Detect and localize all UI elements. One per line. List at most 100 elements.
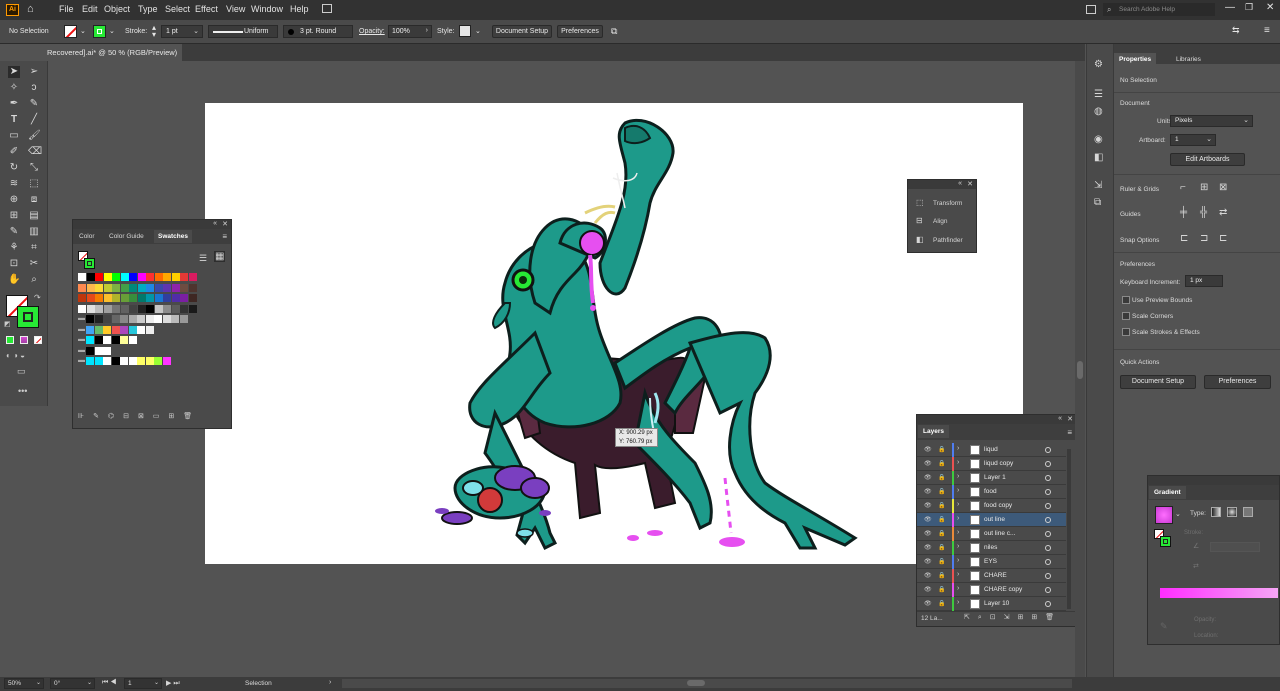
layer-row[interactable]: 👁 🔒 › out line c... bbox=[917, 527, 1066, 541]
swatch-chip[interactable] bbox=[103, 346, 111, 355]
swatch-chip[interactable] bbox=[171, 294, 180, 302]
units-dropdown[interactable]: Pixels ⌄ bbox=[1170, 115, 1253, 127]
freeform-gradient-icon[interactable] bbox=[1243, 507, 1253, 517]
document-setup-button[interactable]: Document Setup bbox=[492, 25, 552, 38]
symbol-sprayer-icon[interactable]: ⚘ bbox=[8, 242, 20, 254]
swatch-chip[interactable] bbox=[95, 294, 103, 302]
slice-tool-icon[interactable]: ⌗ bbox=[28, 242, 40, 254]
expand-arrow-icon[interactable]: › bbox=[957, 557, 959, 564]
swatch-chip[interactable] bbox=[163, 294, 171, 302]
folder-icon[interactable]: ▬ bbox=[78, 357, 85, 364]
menu-help[interactable]: Help bbox=[290, 4, 309, 14]
visibility-eye-icon[interactable]: 👁 bbox=[924, 558, 932, 565]
swatch-chip[interactable] bbox=[180, 294, 188, 302]
swatch-chip[interactable] bbox=[154, 283, 163, 292]
gradient-stroke-swatch[interactable] bbox=[1160, 536, 1171, 547]
swatch-chip[interactable] bbox=[171, 304, 180, 313]
swatch-chip[interactable] bbox=[78, 304, 86, 313]
fill-dropdown-icon[interactable]: ⌄ bbox=[80, 27, 86, 35]
swatch-chip[interactable] bbox=[128, 315, 137, 323]
swatch-chip[interactable] bbox=[137, 325, 145, 334]
lock-icon[interactable]: 🔒 bbox=[938, 460, 945, 467]
swatch-chip[interactable] bbox=[86, 325, 94, 334]
expand-arrow-icon[interactable]: › bbox=[957, 445, 959, 452]
align-item[interactable]: ⊟ Align bbox=[908, 216, 976, 230]
target-circle-icon[interactable] bbox=[1045, 447, 1051, 453]
stroke-swatch[interactable] bbox=[93, 25, 106, 38]
swatch-chip[interactable] bbox=[154, 304, 163, 313]
swatch-chip[interactable] bbox=[112, 283, 120, 292]
paintbrush-icon[interactable]: 🖌 bbox=[28, 130, 41, 142]
swatch-chip[interactable] bbox=[95, 304, 103, 313]
restore-button[interactable]: ❐ bbox=[1245, 2, 1253, 13]
home-icon[interactable]: ⌂ bbox=[27, 3, 34, 15]
use-preview-bounds-checkbox[interactable] bbox=[1122, 296, 1130, 304]
gradient-preview-swatch[interactable] bbox=[1155, 506, 1173, 524]
line-tool-icon[interactable]: ╱ bbox=[28, 114, 40, 126]
swatch-chip[interactable] bbox=[179, 315, 188, 323]
swatch-chip[interactable] bbox=[129, 273, 137, 281]
swatch-grid[interactable]: ▬ ▬ ▬ ▬ ▬ bbox=[78, 273, 228, 368]
workspace-switcher-icon[interactable] bbox=[322, 4, 332, 13]
expand-arrow-icon[interactable]: › bbox=[957, 529, 959, 536]
swatch-chip[interactable] bbox=[86, 357, 94, 365]
folder-icon[interactable]: ▬ bbox=[78, 336, 85, 343]
swatch-chip[interactable] bbox=[94, 357, 103, 365]
expand-arrow-icon[interactable]: › bbox=[957, 501, 959, 508]
minimize-button[interactable]: — bbox=[1225, 2, 1235, 13]
swatch-chip[interactable] bbox=[103, 273, 112, 281]
swatch-chip[interactable] bbox=[146, 304, 154, 313]
panel-menu-icon[interactable]: ≡ bbox=[222, 232, 227, 241]
swatch-chip[interactable] bbox=[103, 315, 111, 323]
swatch-chip[interactable] bbox=[103, 304, 112, 313]
visibility-eye-icon[interactable]: 👁 bbox=[924, 446, 932, 453]
stroke-dropdown-icon[interactable]: ⌄ bbox=[109, 27, 115, 35]
tab-libraries[interactable]: Libraries bbox=[1176, 56, 1201, 63]
properties-icon[interactable]: ⚙ bbox=[1094, 59, 1103, 70]
swatch-chip[interactable] bbox=[154, 273, 163, 281]
artboard-canvas[interactable] bbox=[205, 103, 1023, 564]
layer-row[interactable]: 👁 🔒 › out line bbox=[917, 513, 1066, 527]
keyboard-increment-field[interactable]: 1 px bbox=[1185, 275, 1223, 287]
layer-row[interactable]: 👁 🔒 › liqud bbox=[917, 443, 1066, 457]
menu-select[interactable]: Select bbox=[165, 4, 190, 14]
swatch-chip[interactable] bbox=[163, 283, 171, 292]
more-tools-icon[interactable]: ••• bbox=[18, 386, 27, 396]
menu-file[interactable]: File bbox=[59, 4, 74, 14]
swatch-chip[interactable] bbox=[103, 325, 111, 334]
direct-selection-tool-icon[interactable]: ➢ bbox=[28, 66, 40, 78]
swatch-chip[interactable] bbox=[188, 294, 197, 302]
swap-fill-stroke-icon[interactable]: ↷ bbox=[34, 293, 41, 302]
swatch-chip[interactable] bbox=[120, 304, 129, 313]
visibility-eye-icon[interactable]: 👁 bbox=[924, 600, 932, 607]
close-panel-icon[interactable]: ✕ bbox=[222, 220, 228, 228]
swatch-chip[interactable] bbox=[146, 294, 154, 302]
target-circle-icon[interactable] bbox=[1045, 475, 1051, 481]
scale-tool-icon[interactable]: ⤡ bbox=[28, 162, 40, 174]
transform-item[interactable]: ⬚ Transform bbox=[908, 198, 976, 212]
swatch-chip[interactable] bbox=[95, 273, 103, 281]
preferences-button[interactable]: Preferences bbox=[557, 25, 603, 38]
swatch-chip[interactable] bbox=[180, 304, 188, 313]
lock-icon[interactable]: 🔒 bbox=[938, 516, 945, 523]
swatch-chip[interactable] bbox=[146, 283, 154, 292]
visibility-eye-icon[interactable]: 👁 bbox=[924, 516, 932, 523]
opacity-label[interactable]: Opacity: bbox=[359, 28, 385, 35]
lock-icon[interactable]: 🔒 bbox=[938, 502, 945, 509]
layers-panel-header[interactable]: « ✕ bbox=[917, 415, 1076, 424]
toolbar-stroke-swatch[interactable] bbox=[17, 306, 39, 328]
swatch-chip[interactable] bbox=[137, 283, 146, 292]
layer-row[interactable]: 👁 🔒 › Layer 1 bbox=[917, 471, 1066, 485]
layers-scrollbar[interactable] bbox=[1067, 449, 1071, 609]
swatch-chip[interactable] bbox=[103, 294, 112, 302]
swatch-chip[interactable] bbox=[128, 336, 137, 344]
expand-arrow-icon[interactable]: › bbox=[957, 459, 959, 466]
swatch-chip[interactable] bbox=[86, 294, 95, 302]
visibility-eye-icon[interactable]: 👁 bbox=[924, 544, 932, 551]
quick-preferences-button[interactable]: Preferences bbox=[1204, 375, 1271, 389]
document-tab[interactable]: Recovered].ai* @ 50 % (RGB/Preview) bbox=[0, 44, 182, 61]
swatch-chip[interactable] bbox=[137, 315, 145, 323]
visibility-eye-icon[interactable]: 👁 bbox=[924, 530, 932, 537]
edit-artboards-button[interactable]: Edit Artboards bbox=[1170, 153, 1245, 166]
swatch-chip[interactable] bbox=[78, 283, 86, 292]
